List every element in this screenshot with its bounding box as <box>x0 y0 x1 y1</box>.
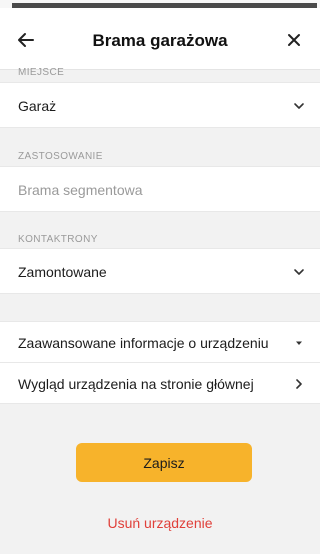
miejsce-section-label: MIEJSCE <box>18 67 65 78</box>
zastosowanie-field[interactable]: Brama segmentowa <box>0 166 320 212</box>
chevron-down-icon <box>294 269 304 275</box>
save-button[interactable]: Zapisz <box>76 443 252 482</box>
kontaktrony-value: Zamontowane <box>18 264 107 280</box>
miejsce-select[interactable]: Garaż <box>0 82 320 128</box>
advanced-info-menu-item[interactable]: Zaawansowane informacje o urządzeniu <box>0 321 320 363</box>
zastosowanie-section-label: ZASTOSOWANIE <box>18 151 103 162</box>
close-button[interactable] <box>282 28 306 52</box>
miejsce-value: Garaż <box>18 98 57 114</box>
chevron-down-icon <box>294 103 304 109</box>
zastosowanie-placeholder: Brama segmentowa <box>18 182 143 198</box>
caret-down-icon <box>296 341 302 345</box>
advanced-info-label: Zaawansowane informacje o urządzeniu <box>18 335 269 351</box>
kontaktrony-section-label: KONTAKTRONY <box>18 234 98 245</box>
delete-device-link[interactable]: Usuń urządzenie <box>0 515 320 531</box>
page-title: Brama garażowa <box>92 31 228 50</box>
app-header: Brama garażowa <box>0 8 320 70</box>
status-bar <box>0 0 320 8</box>
kontaktrony-select[interactable]: Zamontowane <box>0 248 320 294</box>
chevron-right-icon <box>296 379 302 389</box>
close-icon <box>288 34 300 46</box>
appearance-label: Wygląd urządzenia na stronie głównej <box>18 376 254 392</box>
appearance-menu-item[interactable]: Wygląd urządzenia na stronie głównej <box>0 362 320 404</box>
